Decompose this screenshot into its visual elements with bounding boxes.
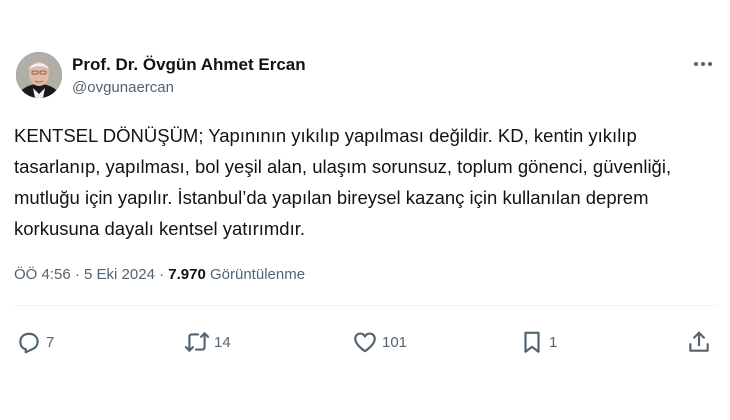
author-handle[interactable]: @ovgunaercan — [72, 78, 306, 98]
meta-separator: · — [154, 266, 169, 283]
share-icon — [689, 331, 709, 352]
divider — [14, 305, 716, 306]
tweet-card: Prof. Dr. Övgün Ahmet Ercan @ovgunaercan… — [0, 0, 730, 420]
avatar-image — [16, 52, 62, 98]
more-icon — [694, 62, 712, 66]
heart-icon — [354, 332, 376, 353]
views-count: 7.970 — [168, 266, 206, 283]
tweet-meta: ÖÖ 4:56 · 5 Eki 2024 · 7.970 Görüntülenm… — [14, 265, 305, 285]
views-label: Görüntülenme — [205, 266, 306, 283]
tweet-text: KENTSEL DÖNÜŞÜM; Yapınının yıkılıp yapıl… — [14, 125, 672, 239]
bookmark-icon — [524, 331, 540, 353]
tweet-time[interactable]: ÖÖ 4:56 — [14, 266, 71, 283]
author-info: Prof. Dr. Övgün Ahmet Ercan @ovgunaercan — [72, 54, 306, 98]
action-bar: 7 14 101 1 — [14, 324, 716, 360]
reply-icon — [19, 332, 39, 354]
like-button[interactable]: 101 — [352, 324, 407, 360]
reply-count: 7 — [46, 333, 55, 351]
avatar[interactable] — [16, 52, 62, 98]
tweet-date[interactable]: 5 Eki 2024 — [84, 266, 155, 283]
retweet-button[interactable]: 14 — [184, 324, 231, 360]
like-count: 101 — [382, 333, 408, 351]
retweet-count: 14 — [214, 333, 231, 351]
share-button[interactable] — [686, 324, 712, 360]
bookmark-count: 1 — [549, 333, 558, 351]
more-options-button[interactable] — [690, 56, 716, 72]
bookmark-button[interactable]: 1 — [519, 324, 557, 360]
author-display-name[interactable]: Prof. Dr. Övgün Ahmet Ercan — [72, 54, 306, 76]
retweet-icon — [184, 332, 210, 352]
reply-button[interactable]: 7 — [16, 324, 54, 360]
meta-separator: · — [70, 266, 85, 283]
